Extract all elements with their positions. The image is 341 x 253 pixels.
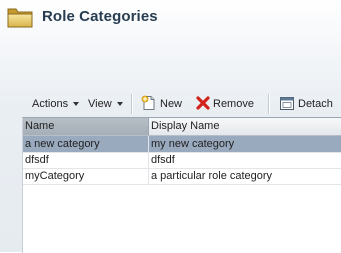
cell-name: a new category [25, 138, 100, 150]
page-header: Role Categories [0, 0, 341, 40]
table-row[interactable]: myCategory a particular role category [23, 168, 341, 185]
table-toolbar: Actions View New Remove Detach [22, 92, 341, 116]
chevron-down-icon [116, 102, 123, 106]
table-header: Name Display Name [23, 118, 341, 136]
detach-icon [280, 97, 294, 110]
toolbar-separator [131, 94, 133, 114]
chevron-down-icon [73, 102, 80, 106]
cell-display-name: my new category [151, 138, 235, 150]
cell-name: dfsdf [25, 154, 49, 166]
role-categories-table: Name Display Name a new category my new … [22, 117, 341, 253]
cell-display-name: dfsdf [151, 154, 175, 166]
column-header-display-name[interactable]: Display Name [149, 118, 341, 135]
toolbar-separator [268, 94, 270, 114]
folder-icon [7, 8, 33, 28]
cell-name: myCategory [25, 170, 85, 182]
actions-menu[interactable]: Actions [32, 96, 80, 112]
new-document-icon [141, 95, 155, 110]
column-header-name[interactable]: Name [23, 118, 148, 135]
cell-display-name: a particular role category [151, 170, 273, 182]
new-button[interactable]: New [160, 96, 182, 112]
table-row[interactable]: dfsdf dfsdf [23, 152, 341, 169]
remove-button[interactable]: Remove [213, 96, 254, 112]
actions-menu-label: Actions [32, 98, 69, 110]
table-row[interactable]: a new category my new category [23, 136, 341, 153]
remove-icon [196, 96, 210, 110]
detach-button[interactable]: Detach [298, 96, 333, 112]
view-menu[interactable]: View [88, 96, 123, 112]
view-menu-label: View [88, 98, 112, 110]
page-title: Role Categories [42, 8, 158, 25]
